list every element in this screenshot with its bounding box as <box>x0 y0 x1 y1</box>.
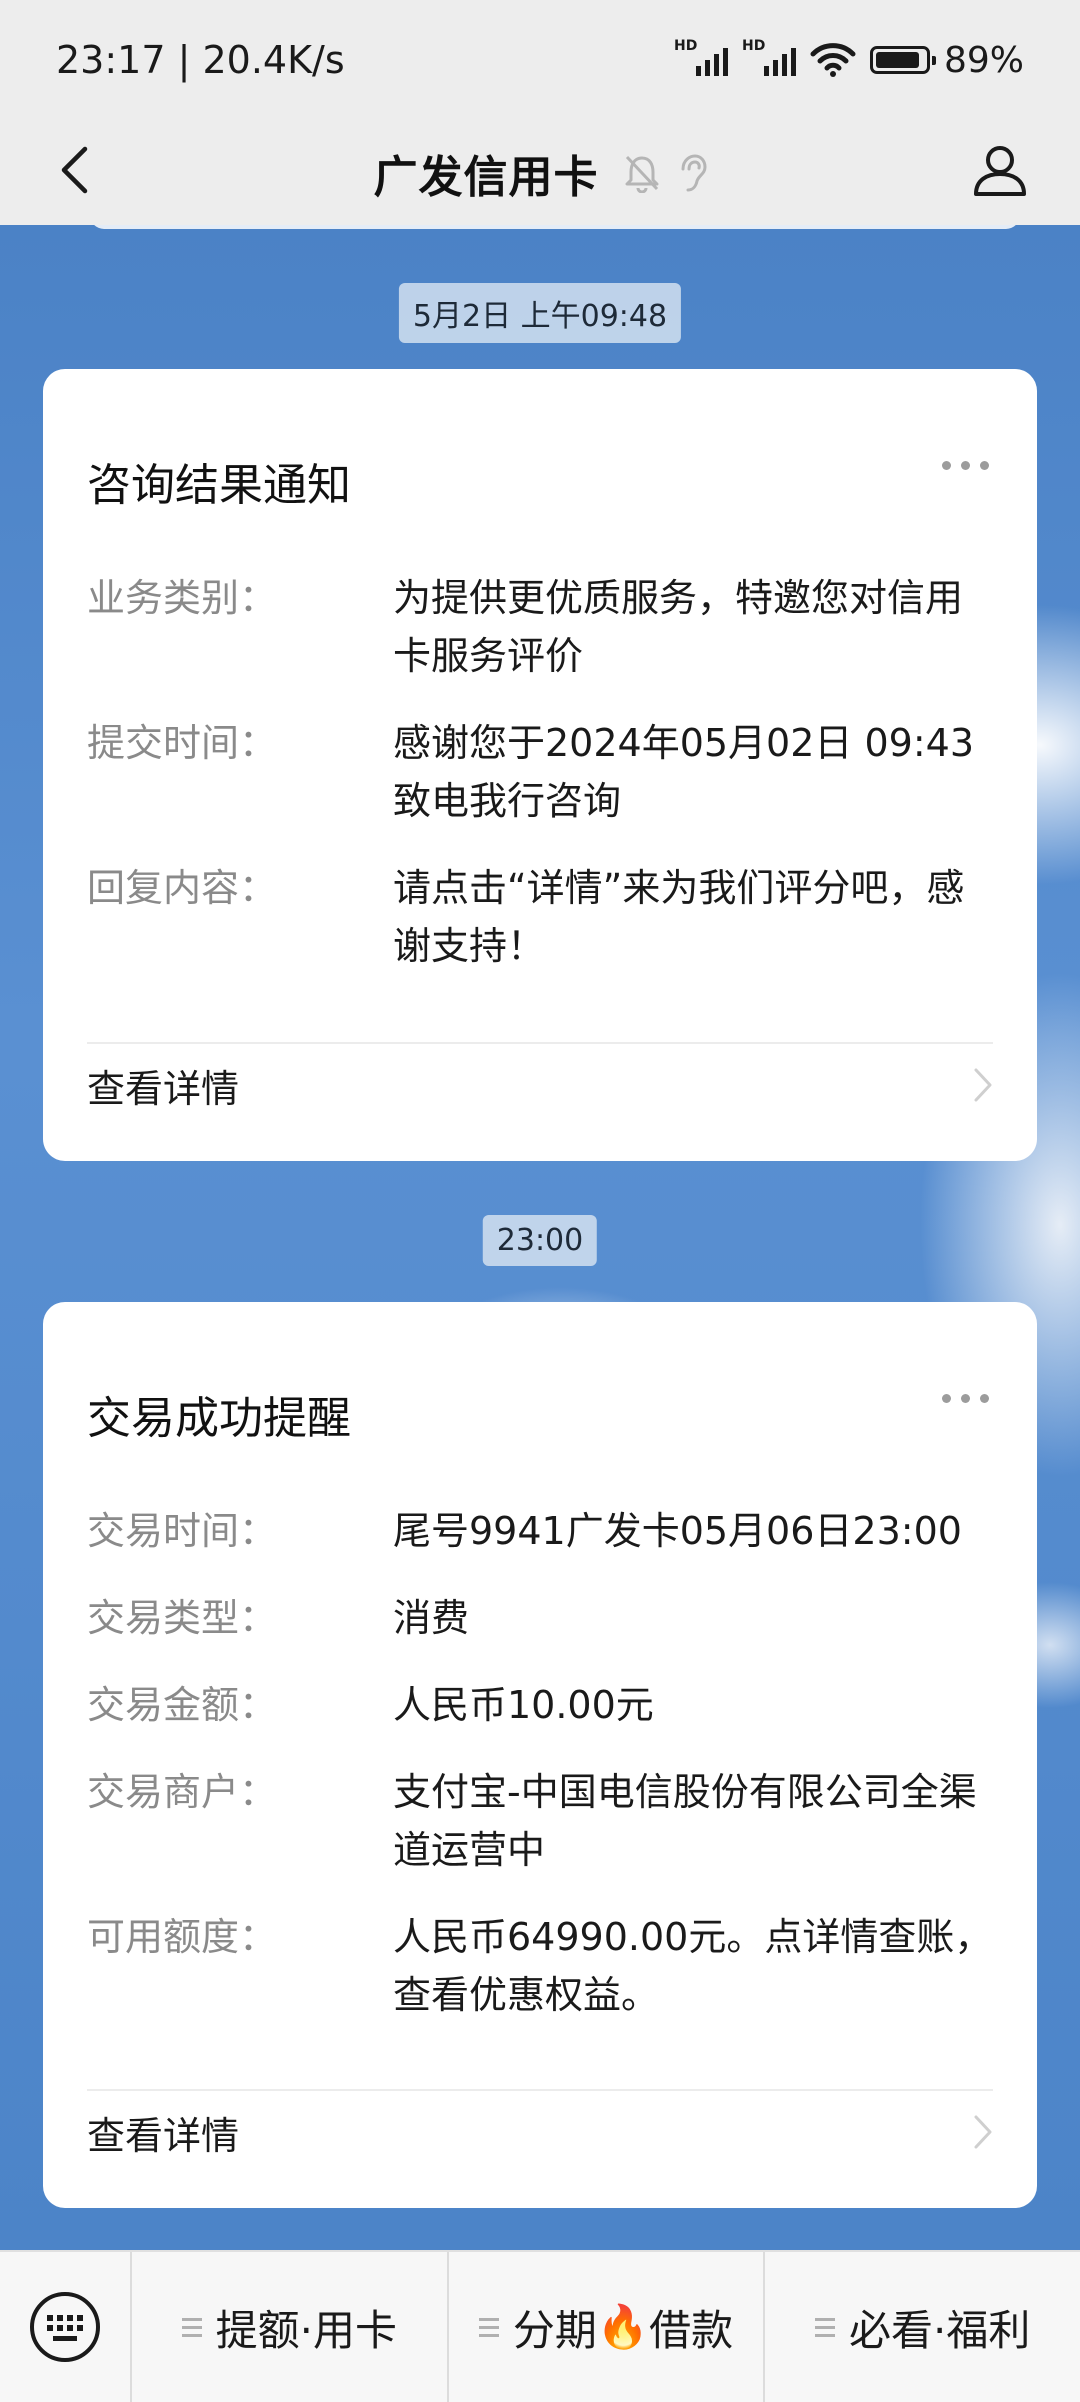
chevron-right-icon <box>974 2115 992 2149</box>
view-details-label: 查看详情 <box>87 2113 240 2158</box>
info-row: 交易类型： 消费 <box>87 1589 993 1647</box>
previous-card-edge <box>90 225 1020 229</box>
status-icons: HD HD 89% <box>674 34 1024 86</box>
consult-result-card[interactable]: 咨询结果通知 业务类别： 为提供更优质服务，特邀您对信用卡服务评价 提交时间： … <box>43 369 1037 1161</box>
menu-list-icon <box>478 2317 499 2337</box>
keyboard-icon <box>30 2292 100 2362</box>
menu-item-must-see-benefits[interactable]: 必看·福利 <box>763 2252 1080 2402</box>
ear-icon <box>681 153 707 191</box>
hd-label-2: HD <box>741 38 766 54</box>
message-timestamp: 23:00 <box>482 1215 598 1266</box>
clock: 23:17 <box>56 38 166 82</box>
row-label: 交易金额： <box>87 1683 278 1727</box>
status-time: 23:17 | 20.4K/s <box>56 38 345 82</box>
more-icon[interactable] <box>942 461 989 470</box>
chevron-right-icon <box>974 1068 992 1102</box>
menu-item-label-b: 借款 <box>649 2305 734 2355</box>
bottom-menu-bar: 提额·用卡 分期 🔥 借款 必看·福利 <box>0 2250 1080 2402</box>
row-value: 支付宝-中国电信股份有限公司全渠道运营中 <box>393 1770 977 1872</box>
card-title: 咨询结果通知 <box>87 460 351 511</box>
back-button[interactable] <box>38 134 110 206</box>
row-label: 交易商户： <box>87 1770 278 1814</box>
menu-list-icon <box>181 2317 202 2337</box>
status-separator: | <box>177 38 203 82</box>
row-label: 提交时间： <box>87 721 278 765</box>
wifi-icon <box>810 43 856 77</box>
info-row: 交易时间： 尾号9941广发卡05月06日23:00 <box>87 1502 993 1560</box>
network-speed: 20.4K/s <box>202 38 345 82</box>
info-row: 提交时间： 感谢您于2024年05月02日 09:43致电我行咨询 <box>87 714 993 830</box>
battery-icon <box>869 46 936 74</box>
row-label: 交易时间： <box>87 1509 278 1553</box>
menu-item-label-a: 分期 <box>512 2305 597 2355</box>
nav-bar: 广发信用卡 <box>0 120 1080 225</box>
menu-item-installment-loan[interactable]: 分期 🔥 借款 <box>446 2252 764 2402</box>
menu-item-label: 提额·用卡 <box>215 2305 398 2355</box>
page-title: 广发信用卡 <box>373 151 599 203</box>
row-value: 感谢您于2024年05月02日 09:43致电我行咨询 <box>393 721 975 823</box>
row-value: 尾号9941广发卡05月06日23:00 <box>393 1509 962 1553</box>
divider <box>87 2089 993 2091</box>
menu-list-icon <box>815 2317 835 2337</box>
profile-button[interactable] <box>960 130 1040 210</box>
signal-icon-2: HD <box>742 38 796 76</box>
info-row: 交易商户： 支付宝-中国电信股份有限公司全渠道运营中 <box>87 1763 993 1879</box>
card-title: 交易成功提醒 <box>87 1393 351 1444</box>
fire-icon: 🔥 <box>596 2302 650 2351</box>
hd-label: HD <box>673 38 698 54</box>
menu-item-credit-limit[interactable]: 提额·用卡 <box>130 2252 447 2402</box>
keyboard-toggle-button[interactable] <box>0 2252 130 2402</box>
status-bar: 23:17 | 20.4K/s HD HD 89% <box>0 0 1080 120</box>
row-label: 可用额度： <box>87 1915 278 1959</box>
card-rows: 业务类别： 为提供更优质服务，特邀您对信用卡服务评价 提交时间： 感谢您于202… <box>87 569 993 1004</box>
row-value: 请点击“详情”来为我们评分吧，感谢支持！ <box>393 866 965 968</box>
view-details-link[interactable]: 查看详情 <box>87 2092 993 2172</box>
chat-area[interactable]: 5月2日 上午09:48 咨询结果通知 业务类别： 为提供更优质服务，特邀您对信… <box>0 225 1080 2250</box>
message-timestamp: 5月2日 上午09:48 <box>398 283 682 343</box>
mute-bell-icon <box>625 155 658 193</box>
info-row: 交易金额： 人民币10.00元 <box>87 1676 993 1734</box>
back-arrow-icon <box>61 146 88 194</box>
row-value: 消费 <box>393 1596 470 1640</box>
info-row: 业务类别： 为提供更优质服务，特邀您对信用卡服务评价 <box>87 569 993 685</box>
row-value: 人民币64990.00元。点详情查账，查看优惠权益。 <box>393 1915 993 2017</box>
view-details-link[interactable]: 查看详情 <box>87 1045 993 1125</box>
signal-icon: HD <box>674 38 728 76</box>
divider <box>87 1042 993 1044</box>
row-label: 回复内容： <box>87 866 278 910</box>
info-row: 可用额度： 人民币64990.00元。点详情查账，查看优惠权益。 <box>87 1908 993 2024</box>
row-label: 交易类型： <box>87 1596 278 1640</box>
row-label: 业务类别： <box>87 576 278 620</box>
row-value: 为提供更优质服务，特邀您对信用卡服务评价 <box>393 576 964 678</box>
transaction-success-card[interactable]: 交易成功提醒 交易时间： 尾号9941广发卡05月06日23:00 交易类型： … <box>43 1302 1037 2208</box>
title-status-icons <box>623 153 707 193</box>
view-details-label: 查看详情 <box>87 1066 240 1111</box>
person-icon <box>974 146 1026 196</box>
more-icon[interactable] <box>942 1394 989 1403</box>
row-value: 人民币10.00元 <box>393 1683 654 1727</box>
card-rows: 交易时间： 尾号9941广发卡05月06日23:00 交易类型： 消费 交易金额… <box>87 1502 993 2053</box>
battery-percent: 89% <box>943 39 1024 81</box>
menu-item-label: 必看·福利 <box>849 2305 1031 2355</box>
info-row: 回复内容： 请点击“详情”来为我们评分吧，感谢支持！ <box>87 859 993 975</box>
